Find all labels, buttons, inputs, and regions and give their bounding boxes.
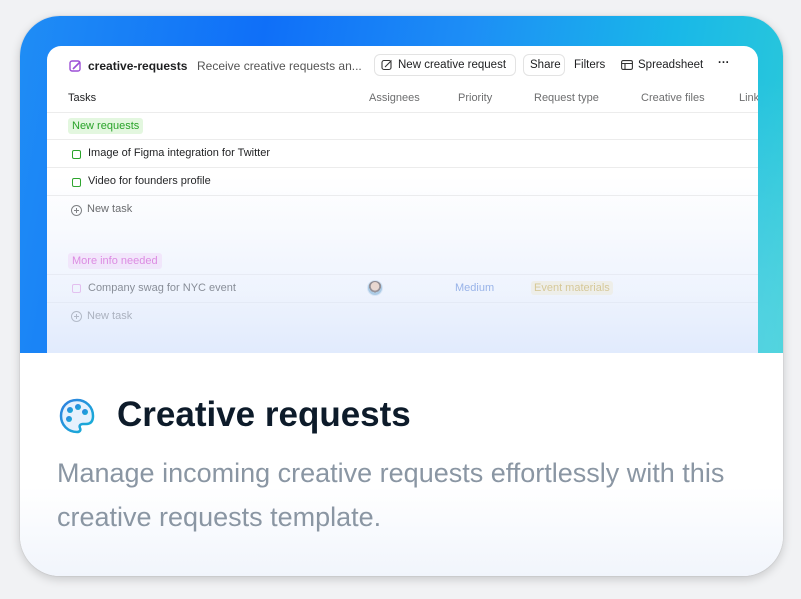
header-divider [47,112,758,113]
project-description[interactable]: Receive creative requests an... [197,59,362,73]
column-header-tasks[interactable]: Tasks [68,92,96,104]
card-footer: Creative requests Manage incoming creati… [20,353,783,576]
palette-icon [59,398,95,434]
section-more-info-needed[interactable]: More info needed [68,253,162,269]
project-list-icon [69,60,81,72]
new-task-button[interactable]: New task [87,310,132,322]
row-divider [47,195,758,196]
task-name[interactable]: Image of Figma integration for Twitter [88,147,270,159]
column-header-priority[interactable]: Priority [458,92,492,104]
column-header-creative-files[interactable]: Creative files [641,92,705,104]
task-name[interactable]: Video for founders profile [88,175,211,187]
filters-button[interactable]: Filters [574,59,605,71]
share-label: Share [530,59,561,71]
project-title[interactable]: creative-requests [88,59,187,73]
task-checkbox[interactable] [72,150,81,159]
spreadsheet-icon [621,60,633,70]
template-description: Manage incoming creative requests effort… [57,458,725,532]
project-toolbar: creative-requests Receive creative reque… [47,46,758,86]
add-task-icon[interactable] [71,311,82,322]
request-type-tag[interactable]: Event materials [531,281,613,295]
app-preview: creative-requests Receive creative reque… [47,46,758,353]
section-new-requests[interactable]: New requests [68,118,144,134]
hero-banner: creative-requests Receive creative reque… [20,16,783,353]
column-header-assignees[interactable]: Assignees [369,92,420,104]
template-title: Creative requests [117,395,411,434]
row-divider [47,139,758,140]
column-header-link[interactable]: Link [739,92,758,104]
template-card[interactable]: creative-requests Receive creative reque… [20,16,783,576]
task-name[interactable]: Company swag for NYC event [88,282,236,294]
new-creative-request-button[interactable]: New creative request [374,54,516,76]
share-button[interactable]: Share [523,54,565,76]
task-checkbox[interactable] [72,284,81,293]
row-divider [47,274,758,275]
task-checkbox[interactable] [72,178,81,187]
spreadsheet-button[interactable]: Spreadsheet [638,59,703,71]
form-icon [381,59,392,71]
assignee-avatar[interactable] [367,280,383,296]
row-divider [47,167,758,168]
add-task-icon[interactable] [71,205,82,216]
new-creative-request-label: New creative request [398,59,507,71]
row-divider [47,302,758,303]
column-header-request-type[interactable]: Request type [534,92,599,104]
new-task-button[interactable]: New task [87,203,132,215]
more-options-button[interactable]: ··· [718,57,730,69]
priority-value[interactable]: Medium [455,282,494,294]
